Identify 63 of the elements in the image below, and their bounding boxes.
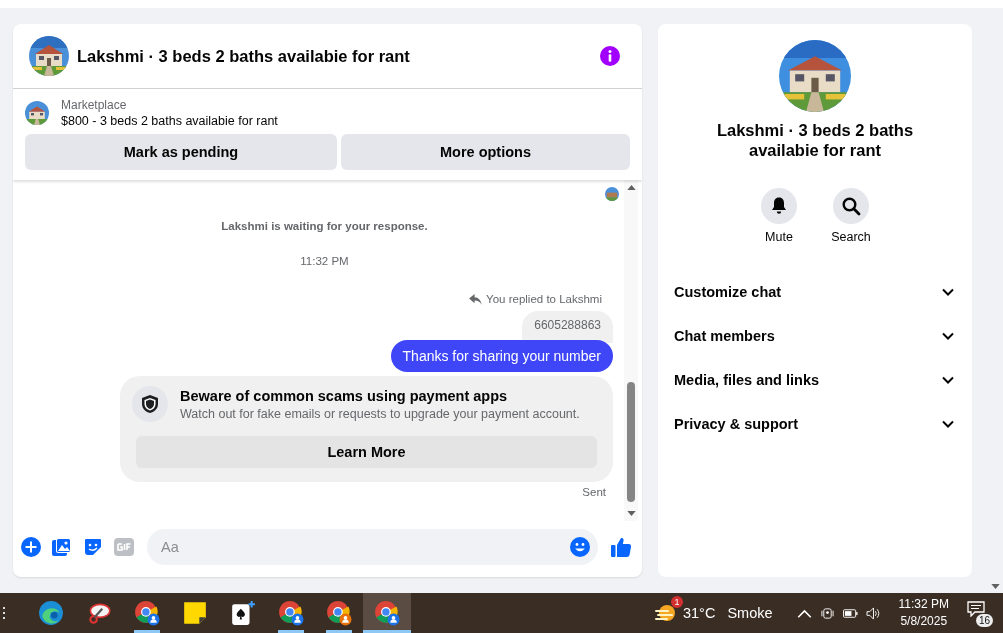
message-timestamp: 11:32 PM: [300, 255, 349, 267]
browser-profile-icon: [374, 600, 400, 626]
message-input[interactable]: Aa: [159, 538, 570, 556]
reply-icon: [469, 293, 483, 305]
reply-label: You replied to Lakshmi: [486, 293, 602, 305]
scroll-down-icon[interactable]: [626, 511, 636, 516]
chevron-icon: [942, 376, 954, 384]
browser-profile-icon: [134, 600, 160, 626]
listing-source: Marketplace: [61, 98, 128, 112]
gallery-icon[interactable]: [52, 537, 72, 557]
shield-icon: [132, 386, 168, 422]
browser-profile-icon: [278, 600, 304, 626]
camera-icon[interactable]: [819, 606, 835, 620]
speaker-icon[interactable]: [865, 606, 881, 620]
notification-badge: 1: [670, 596, 683, 608]
section-header[interactable]: Customize chat: [666, 270, 964, 314]
plus-icon[interactable]: [21, 537, 41, 557]
warning-title: Beware of common scams using payment apps: [180, 388, 509, 404]
section-header[interactable]: Media, files and links: [666, 358, 964, 402]
details-title: Lakshmi · 3 beds 2 baths availabie for rant: [715, 120, 915, 160]
taskbar-app[interactable]: [363, 593, 411, 633]
learn-more-button[interactable]: Learn More: [136, 436, 597, 468]
action-label: Search: [831, 230, 871, 244]
warning-text: Watch out for fake emails or requests to upgrade your payment account.: [180, 407, 580, 421]
search-icon: [841, 196, 861, 216]
chat-title: Lakshmi · 3 beds 2 baths availabie for rant: [77, 46, 411, 66]
listing-title[interactable]: $800 - 3 beds 2 baths availabie for rant: [61, 114, 278, 128]
sticky-note-icon: [182, 600, 208, 626]
action-button[interactable]: [761, 188, 797, 224]
waiting-notice: Lakshmi is waiting for your response.: [221, 220, 428, 232]
scroll-down-icon[interactable]: [991, 584, 1000, 589]
listing-button[interactable]: More options: [341, 134, 630, 170]
weather-condition[interactable]: Smoke: [727, 605, 773, 621]
scroll-up-icon[interactable]: [626, 185, 636, 190]
chevron-icon: [942, 420, 954, 428]
section-header[interactable]: Chat members: [666, 314, 964, 358]
listing-button[interactable]: Mark as pending: [25, 134, 337, 170]
chevron-icon: [942, 288, 954, 296]
sticker-icon[interactable]: [83, 537, 103, 557]
grip-icon: [3, 607, 6, 619]
quoted-message[interactable]: 6605288863: [522, 311, 613, 343]
temperature[interactable]: 31°C: [682, 605, 716, 621]
sent-message[interactable]: Thanks for sharing your number: [390, 340, 613, 372]
notification-count: 16: [975, 614, 993, 627]
browser-profile-icon: [326, 600, 352, 626]
battery-icon[interactable]: [842, 606, 858, 620]
thumbs-up-icon[interactable]: [610, 536, 632, 558]
bell-icon: [769, 196, 789, 216]
chevron-icon: [942, 332, 954, 340]
scrollbar-thumb[interactable]: [627, 382, 635, 502]
sent-status: Sent: [582, 486, 606, 498]
emoji-icon[interactable]: [570, 537, 590, 557]
browser-icon: [38, 600, 64, 626]
scrollbar[interactable]: [624, 180, 638, 521]
notifications-icon[interactable]: [967, 601, 985, 617]
clock-date[interactable]: 5/8/2025: [900, 613, 948, 630]
action-label: Mute: [765, 230, 793, 244]
action-button[interactable]: [833, 188, 869, 224]
info-icon[interactable]: [600, 46, 620, 66]
playing-card-icon: [230, 600, 256, 626]
message-field[interactable]: Aa: [147, 529, 598, 565]
clock-time[interactable]: 11:32 PM: [898, 596, 949, 613]
section-header[interactable]: Privacy & support: [666, 402, 964, 446]
